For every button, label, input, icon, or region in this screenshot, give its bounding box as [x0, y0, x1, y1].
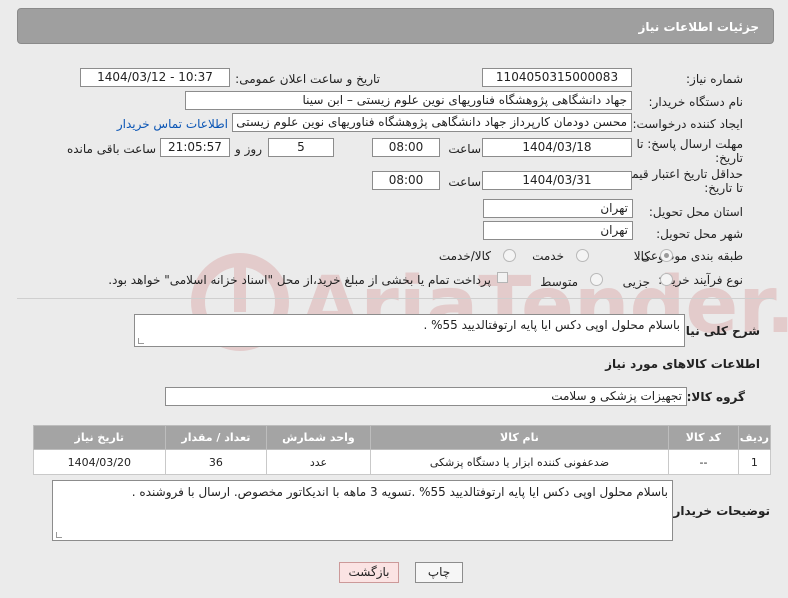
category-radio-both[interactable]	[503, 249, 516, 262]
category-option-both: کالا/خدمت	[438, 249, 491, 263]
resize-handle-icon[interactable]	[138, 338, 144, 344]
category-label: طبقه بندی موضوعی:	[636, 249, 743, 263]
price-validity-label: حداقل تاریخ اعتبار قیمت:	[616, 167, 743, 181]
cell-row: 1	[737, 449, 772, 475]
page-title: جزئیات اطلاعات نیاز	[638, 20, 759, 34]
category-option-service: خدمت	[532, 249, 564, 263]
need-number-label: شماره نیاز:	[686, 72, 743, 86]
goods-group-field: تجهیزات پزشکی و سلامت	[165, 387, 687, 406]
cell-date: 1404/03/20	[33, 449, 166, 475]
deadline-time-label: ساعت	[448, 142, 481, 156]
table-row: 1 -- ضدعفونی کننده ابزار یا دستگاه پزشکی…	[33, 449, 772, 475]
deadline-label: مهلت ارسال پاسخ: تا	[636, 137, 743, 151]
category-radio-goods[interactable]	[660, 249, 673, 262]
buyer-org-field: جهاد دانشگاهی پژوهشگاه فناوریهای نوین عل…	[185, 91, 632, 110]
header-bar: جزئیات اطلاعات نیاز	[17, 8, 774, 44]
print-button[interactable]: چاپ	[415, 562, 463, 583]
contact-link[interactable]: اطلاعات تماس خریدار	[117, 117, 228, 131]
description-textarea[interactable]: باسلام محلول اوپی دکس ایا پایه ارتوفتالد…	[134, 314, 685, 347]
section-divider	[17, 298, 774, 299]
process-option-minor: جزیی	[622, 275, 650, 289]
process-radio-minor[interactable]	[660, 273, 673, 286]
days-field: 5	[268, 138, 334, 157]
category-option-goods: کالا	[633, 249, 650, 263]
province-label: استان محل تحویل:	[648, 205, 743, 219]
buyer-notes-label: توضیحات خریدار:	[668, 504, 770, 518]
announce-field: 1404/03/12 - 10:37	[80, 68, 230, 87]
remaining-time-field: 21:05:57	[160, 138, 230, 157]
deadline-time-field: 08:00	[372, 138, 440, 157]
need-number-field: 1104050315000083	[482, 68, 632, 87]
col-name: نام کالا	[369, 425, 670, 450]
cell-code: --	[668, 449, 739, 475]
city-label: شهر محل تحویل:	[656, 227, 743, 241]
table-header-row: ردیف کد کالا نام کالا واحد شمارش تعداد /…	[33, 425, 772, 450]
col-qty: تعداد / مقدار	[164, 425, 268, 450]
price-time-field: 08:00	[372, 171, 440, 190]
days-label: روز و	[235, 142, 262, 156]
city-field: تهران	[483, 221, 633, 240]
price-date-field: 1404/03/31	[482, 171, 632, 190]
col-row: ردیف	[737, 425, 772, 450]
province-field: تهران	[483, 199, 633, 218]
creator-field: محسن دودمان کارپرداز جهاد دانشگاهی پژوهش…	[232, 113, 632, 132]
resize-handle-icon[interactable]	[56, 532, 62, 538]
process-radio-medium[interactable]	[590, 273, 603, 286]
cell-qty: 36	[164, 449, 268, 475]
price-validity-label-date: تا تاریخ:	[704, 181, 743, 195]
price-time-label: ساعت	[448, 175, 481, 189]
back-button[interactable]: بازگشت	[339, 562, 399, 583]
items-table: ردیف کد کالا نام کالا واحد شمارش تعداد /…	[33, 425, 772, 475]
announce-label: تاریخ و ساعت اعلان عمومی:	[235, 72, 380, 86]
buyer-org-label: نام دستگاه خریدار:	[648, 95, 744, 109]
col-unit: واحد شمارش	[266, 425, 371, 450]
remaining-label: ساعت باقی مانده	[66, 142, 156, 156]
buyer-notes-textarea[interactable]: باسلام محلول اوپی دکس ایا پایه ارتوفتالد…	[52, 480, 673, 541]
treasury-note: پرداخت تمام یا بخشی از مبلغ خرید،از محل …	[108, 273, 491, 287]
cell-unit: عدد	[266, 449, 371, 475]
col-code: کد کالا	[668, 425, 739, 450]
deadline-label-date: تاریخ:	[715, 151, 743, 165]
creator-label: ایجاد کننده درخواست:	[632, 117, 743, 131]
process-option-medium: متوسط	[540, 275, 578, 289]
description-label: شرح کلی نیاز:	[674, 324, 760, 338]
cell-name: ضدعفونی کننده ابزار یا دستگاه پزشکی	[369, 449, 670, 475]
category-radio-service[interactable]	[576, 249, 589, 262]
goods-group-label: گروه کالا:	[686, 390, 745, 404]
deadline-date-field: 1404/03/18	[482, 138, 632, 157]
col-date: تاریخ نیاز	[33, 425, 166, 450]
goods-section-title: اطلاعات کالاهای مورد نیاز	[605, 357, 760, 371]
treasury-checkbox[interactable]	[497, 272, 508, 283]
